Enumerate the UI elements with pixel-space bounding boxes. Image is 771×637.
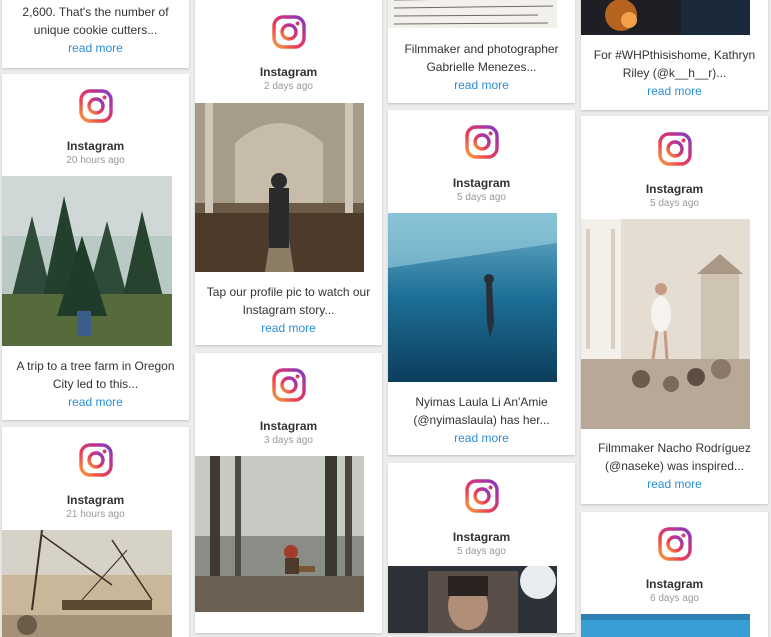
post-source: Instagram	[66, 139, 125, 153]
post-time: 3 days ago	[264, 435, 313, 446]
read-more-link[interactable]: read more	[581, 477, 768, 491]
post-image[interactable]	[581, 0, 750, 35]
post-image[interactable]	[388, 213, 557, 382]
post-card: Filmmaker and photographer Gabrielle Men…	[388, 0, 575, 103]
instagram-icon	[79, 89, 113, 123]
read-more-link[interactable]: read more	[581, 84, 768, 98]
post-time: 21 hours ago	[66, 509, 125, 520]
post-card: Instagram 5 days ago Filmmaker Nacho Rod…	[581, 116, 768, 504]
post-caption: Filmmaker Nacho Rodríguez (@naseke) was …	[598, 441, 751, 473]
post-caption: Tap our profile pic to watch our Instagr…	[206, 285, 371, 317]
post-time: 5 days ago	[457, 192, 506, 203]
post-caption: For #WHPthisishome, Kathryn Riley (@k__h…	[593, 48, 756, 80]
post-time: 5 days ago	[650, 198, 699, 209]
read-more-link[interactable]: read more	[388, 78, 575, 92]
post-image[interactable]	[581, 219, 750, 429]
post-image[interactable]	[2, 176, 172, 346]
instagram-icon	[272, 15, 306, 49]
post-time: 20 hours ago	[66, 155, 125, 166]
post-caption: Filmmaker and photographer Gabrielle Men…	[404, 42, 559, 74]
read-more-link[interactable]: read more	[2, 41, 189, 55]
post-card: Instagram 20 hours ago A trip to a tree …	[2, 74, 189, 420]
post-time: 6 days ago	[650, 593, 699, 604]
post-image[interactable]	[2, 530, 172, 637]
post-card: For #WHPthisishome, Kathryn Riley (@k__h…	[581, 0, 768, 110]
post-caption: Nyimas Laula Li An'Amie (@nyimaslaula) h…	[413, 395, 550, 427]
post-source: Instagram	[259, 419, 318, 433]
instagram-icon	[658, 132, 692, 166]
read-more-link[interactable]: read more	[195, 321, 382, 335]
read-more-link[interactable]: read more	[2, 395, 189, 409]
post-card: Instagram 6 days ago	[581, 512, 768, 637]
instagram-icon	[465, 479, 499, 513]
post-source: Instagram	[259, 65, 318, 79]
post-source: Instagram	[645, 182, 704, 196]
post-image[interactable]	[388, 566, 557, 633]
post-source: Instagram	[452, 176, 511, 190]
post-time: 5 days ago	[457, 546, 506, 557]
post-image[interactable]	[195, 103, 364, 272]
post-source: Instagram	[66, 493, 125, 507]
post-card: Instagram 5 days ago	[388, 463, 575, 633]
post-card: Instagram 3 days ago	[195, 353, 382, 633]
post-image[interactable]	[195, 456, 364, 612]
post-caption: 2,600. That's the number of unique cooki…	[22, 5, 169, 37]
post-card: Instagram 2 days ago Tap our profile pic…	[195, 0, 382, 345]
instagram-icon	[272, 368, 306, 402]
read-more-link[interactable]: read more	[388, 431, 575, 445]
post-time: 2 days ago	[264, 81, 313, 92]
instagram-icon	[465, 125, 499, 159]
post-card: Instagram 21 hours ago	[2, 427, 189, 637]
post-card: 2,600. That's the number of unique cooki…	[2, 0, 189, 68]
instagram-icon	[79, 443, 113, 477]
post-image[interactable]	[581, 614, 750, 637]
post-image[interactable]	[388, 0, 557, 28]
instagram-icon	[658, 527, 692, 561]
post-caption: A trip to a tree farm in Oregon City led…	[16, 359, 175, 391]
post-card: Instagram 5 days ago Nyimas Laula Li An'…	[388, 110, 575, 455]
post-source: Instagram	[645, 577, 704, 591]
post-source: Instagram	[452, 530, 511, 544]
